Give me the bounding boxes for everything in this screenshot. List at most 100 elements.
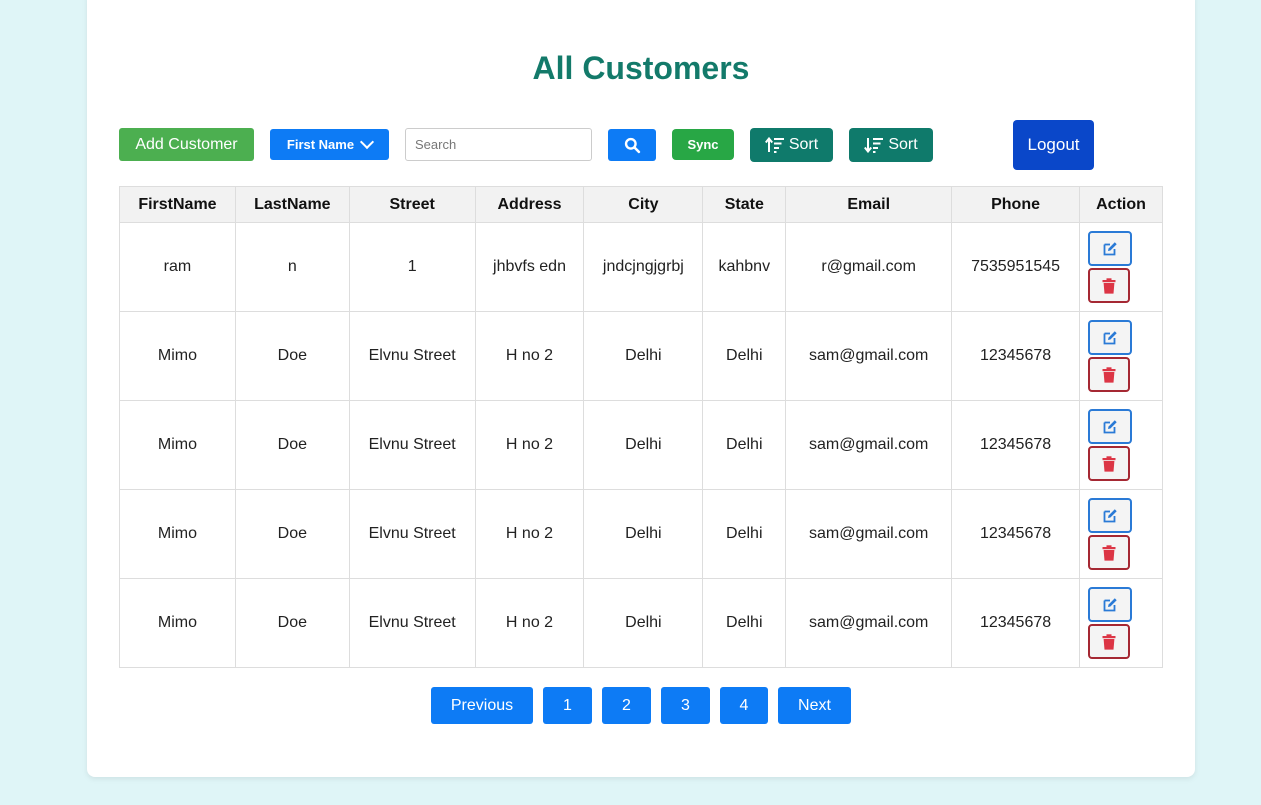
column-header-action: Action xyxy=(1079,186,1163,223)
cell-address: H no 2 xyxy=(474,578,585,668)
cell-firstname: Mimo xyxy=(119,578,236,668)
trash-icon xyxy=(1102,277,1116,294)
trash-icon xyxy=(1102,455,1116,472)
sync-button[interactable]: Sync xyxy=(672,129,734,160)
search-field-select-value: First Name xyxy=(286,137,355,152)
page-button-1[interactable]: 1 xyxy=(543,687,592,724)
column-header-email: Email xyxy=(785,186,953,223)
search-icon xyxy=(624,137,640,153)
next-page-button[interactable]: Next xyxy=(778,687,851,724)
cell-city: Delhi xyxy=(583,489,704,579)
cell-email: r@gmail.com xyxy=(785,222,953,312)
column-header-address: Address xyxy=(474,186,585,223)
sort-amount-down-icon xyxy=(864,138,884,153)
cell-state: Delhi xyxy=(702,311,787,401)
cell-lastname: Doe xyxy=(234,400,350,490)
cell-phone: 7535951545 xyxy=(951,222,1080,312)
cell-street: Elvnu Street xyxy=(348,311,476,401)
cell-email: sam@gmail.com xyxy=(785,578,953,668)
edit-icon xyxy=(1103,241,1117,255)
cell-city: Delhi xyxy=(583,578,704,668)
edit-icon xyxy=(1103,330,1117,344)
cell-phone: 12345678 xyxy=(951,311,1080,401)
edit-icon xyxy=(1103,597,1117,611)
sort-amount-up-icon xyxy=(764,137,784,153)
page-button-2[interactable]: 2 xyxy=(602,687,651,724)
table-row: Mimo Doe Elvnu Street H no 2 Delhi Delhi… xyxy=(119,400,1163,490)
delete-button[interactable] xyxy=(1088,624,1130,659)
cell-action xyxy=(1079,222,1163,312)
cell-city: jndcjngjgrbj xyxy=(583,222,704,312)
edit-icon xyxy=(1103,419,1117,433)
customers-table: FirstName LastName Street Address City S… xyxy=(119,186,1163,668)
edit-button[interactable] xyxy=(1088,320,1132,355)
cell-phone: 12345678 xyxy=(951,400,1080,490)
cell-lastname: Doe xyxy=(234,489,350,579)
table-row: Mimo Doe Elvnu Street H no 2 Delhi Delhi… xyxy=(119,489,1163,579)
chevron-down-icon xyxy=(360,134,375,150)
previous-page-button[interactable]: Previous xyxy=(431,687,533,724)
delete-button[interactable] xyxy=(1088,268,1130,303)
cell-city: Delhi xyxy=(583,400,704,490)
cell-action xyxy=(1079,311,1163,401)
cell-street: Elvnu Street xyxy=(348,489,476,579)
cell-firstname: Mimo xyxy=(119,400,236,490)
cell-firstname: ram xyxy=(119,222,236,312)
edit-button[interactable] xyxy=(1088,498,1132,533)
delete-button[interactable] xyxy=(1088,446,1130,481)
column-header-city: City xyxy=(583,186,704,223)
column-header-firstname: FirstName xyxy=(119,186,236,223)
search-field-select[interactable]: First Name xyxy=(270,129,389,160)
delete-button[interactable] xyxy=(1088,357,1130,392)
cell-state: Delhi xyxy=(702,578,787,668)
page-title: All Customers xyxy=(532,50,750,86)
page-button-4[interactable]: 4 xyxy=(720,687,768,724)
cell-address: jhbvfs edn xyxy=(474,222,585,312)
cell-city: Delhi xyxy=(583,311,704,401)
cell-phone: 12345678 xyxy=(951,489,1080,579)
cell-firstname: Mimo xyxy=(119,311,236,401)
cell-street: Elvnu Street xyxy=(348,578,476,668)
sort-ascending-button[interactable]: Sort xyxy=(750,128,833,162)
cell-email: sam@gmail.com xyxy=(785,311,953,401)
table-row: Mimo Doe Elvnu Street H no 2 Delhi Delhi… xyxy=(119,311,1163,401)
column-header-lastname: LastName xyxy=(234,186,350,223)
cell-lastname: n xyxy=(234,222,350,312)
cell-email: sam@gmail.com xyxy=(785,489,953,579)
cell-street: 1 xyxy=(348,222,476,312)
sort-descending-label: Sort xyxy=(888,136,918,153)
cell-phone: 12345678 xyxy=(951,578,1080,668)
edit-button[interactable] xyxy=(1088,587,1132,622)
sort-ascending-label: Sort xyxy=(788,136,819,153)
cell-lastname: Doe xyxy=(234,578,350,668)
cell-address: H no 2 xyxy=(474,489,585,579)
cell-address: H no 2 xyxy=(474,400,585,490)
search-input[interactable] xyxy=(405,128,592,161)
logout-button[interactable]: Logout xyxy=(1013,120,1094,170)
cell-state: Delhi xyxy=(702,489,787,579)
table-header-row: FirstName LastName Street Address City S… xyxy=(119,186,1163,223)
add-customer-button[interactable]: Add Customer xyxy=(119,128,254,161)
table-row: ram n 1 jhbvfs edn jndcjngjgrbj kahbnv r… xyxy=(119,222,1163,312)
edit-button[interactable] xyxy=(1088,409,1132,444)
trash-icon xyxy=(1102,366,1116,383)
column-header-phone: Phone xyxy=(951,186,1080,223)
cell-street: Elvnu Street xyxy=(348,400,476,490)
trash-icon xyxy=(1102,544,1116,561)
cell-state: Delhi xyxy=(702,400,787,490)
column-header-street: Street xyxy=(348,186,476,223)
cell-action xyxy=(1079,400,1163,490)
cell-email: sam@gmail.com xyxy=(785,400,953,490)
cell-lastname: Doe xyxy=(234,311,350,401)
cell-action xyxy=(1079,489,1163,579)
page-button-3[interactable]: 3 xyxy=(661,687,710,724)
delete-button[interactable] xyxy=(1088,535,1130,570)
edit-icon xyxy=(1103,508,1117,522)
column-header-state: State xyxy=(702,186,787,223)
search-button[interactable] xyxy=(608,129,656,161)
edit-button[interactable] xyxy=(1088,231,1132,266)
trash-icon xyxy=(1102,633,1116,650)
cell-action xyxy=(1079,578,1163,668)
cell-address: H no 2 xyxy=(474,311,585,401)
sort-descending-button[interactable]: Sort xyxy=(849,128,933,162)
